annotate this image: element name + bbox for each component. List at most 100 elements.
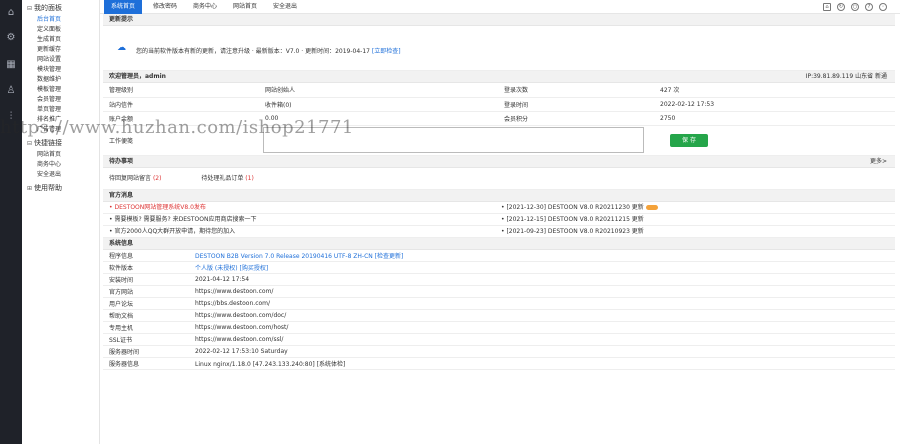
save-button[interactable]: 保 存 bbox=[670, 133, 708, 147]
table-cell: 2022-02-12 17:53 bbox=[654, 97, 895, 112]
more-link[interactable]: 更多> bbox=[870, 156, 887, 168]
table-cell: 专用主机 bbox=[103, 321, 189, 334]
sidebar-item-templates[interactable]: 模板管理 bbox=[22, 85, 99, 95]
table-row: 服务器时间 2022-02-12 17:53:10 Saturday bbox=[103, 345, 895, 358]
release-link[interactable]: • [2021-09-23] DESTOON V8.0 R20210923 更新 bbox=[501, 226, 644, 238]
license-link[interactable]: 个人版 (未授权) [购买授权] bbox=[189, 261, 895, 274]
sidebar-group-help[interactable]: ⊞ 使用帮助 bbox=[22, 182, 99, 195]
plus-icon: ⊞ bbox=[27, 185, 33, 192]
table-row: 服务器信息 Linux nginx/1.18.0 [47.243.133.240:… bbox=[103, 357, 895, 370]
ip-location: IP:39.81.89.119 山东省 新通 bbox=[805, 73, 887, 80]
news-link[interactable]: • 官方2000人QQ大群开放申请，期待您的加入 bbox=[109, 226, 235, 238]
version-link[interactable]: DESTOON B2B Version 7.0 Release 20190416… bbox=[189, 249, 895, 262]
table-cell: 帮助文档 bbox=[103, 309, 189, 322]
release-link[interactable]: • [2021-12-30] DESTOON V8.0 R20211230 更新 bbox=[501, 202, 658, 214]
url-link[interactable]: https://www.destoon.com/host/ bbox=[189, 321, 895, 334]
table-row: SSL证书 https://www.destoon.com/ssl/ bbox=[103, 333, 895, 346]
official-section-title: 官方消息 bbox=[103, 189, 895, 202]
table-cell: 会员积分 bbox=[498, 111, 654, 126]
table-cell: 2750 bbox=[654, 111, 895, 126]
user-icon[interactable]: ◦ bbox=[879, 3, 887, 11]
sidebar-item-pages[interactable]: 单页管理 bbox=[22, 105, 99, 115]
news-link[interactable]: • DESTOON网站管理系统V8.0发布 bbox=[109, 202, 206, 214]
sidebar-item-site-home[interactable]: 网站首页 bbox=[22, 150, 99, 160]
table-cell: 软件版本 bbox=[103, 261, 189, 274]
sidebar-item-logout[interactable]: 安全退出 bbox=[22, 170, 99, 180]
sidebar-item-members[interactable]: 会员管理 bbox=[22, 95, 99, 105]
sidebar-item-modules[interactable]: 模块管理 bbox=[22, 65, 99, 75]
tab-site-home[interactable]: 网站首页 bbox=[228, 0, 262, 14]
grid-icon[interactable]: ▦ bbox=[4, 58, 18, 72]
sidebar: ⊟ 我的面板 后台首页 定义面板 生成首页 更新缓存 网站设置 模块管理 数据维护… bbox=[22, 0, 100, 444]
tab-system-home[interactable]: 系统首页 bbox=[104, 0, 142, 14]
welcome-title: 欢迎管理员，admin bbox=[109, 73, 166, 80]
table-row: 专用主机 https://www.destoon.com/host/ bbox=[103, 321, 895, 334]
watermark-text: https://www.huzhan.com/ishop21771 bbox=[0, 117, 354, 138]
todo-title: 待办事项 bbox=[109, 157, 134, 165]
minus-icon: ⊟ bbox=[27, 5, 33, 12]
save-cell: 保 存 bbox=[654, 125, 895, 156]
list-item: • DESTOON网站管理系统V8.0发布 • [2021-12-30] DES… bbox=[103, 202, 895, 214]
sidebar-item-home[interactable]: 后台首页 bbox=[22, 15, 99, 25]
todo-list: 待回复网站留言 (2) 待处理礼品订单 (1) bbox=[103, 168, 895, 190]
sidebar-item-business[interactable]: 商务中心 bbox=[22, 160, 99, 170]
table-cell: 服务器信息 bbox=[103, 357, 189, 370]
sidebar-group-panel[interactable]: ⊟ 我的面板 bbox=[22, 2, 99, 15]
news-link[interactable]: • 需要模板? 需要服务? 来DESTOON应用商店搜索一下 bbox=[109, 214, 256, 226]
sidebar-item-custom-panel[interactable]: 定义面板 bbox=[22, 25, 99, 35]
welcome-section-head: 欢迎管理员，admin IP:39.81.89.119 山东省 新通 bbox=[103, 71, 895, 83]
table-cell: SSL证书 bbox=[103, 333, 189, 346]
minus-icon: ⊟ bbox=[27, 140, 33, 147]
search-icon[interactable]: ○ bbox=[851, 3, 859, 11]
table-cell: 用户论坛 bbox=[103, 297, 189, 310]
url-link[interactable]: https://www.destoon.com/doc/ bbox=[189, 309, 895, 322]
main-content: 更新提示 ☁ 您的当前软件版本有新的更新，请注意升级 · 最新版本：V7.0 ·… bbox=[103, 14, 895, 444]
check-now-link[interactable]: [立即检查] bbox=[372, 48, 401, 55]
list-item: • 需要模板? 需要服务? 来DESTOON应用商店搜索一下 • [2021-1… bbox=[103, 214, 895, 226]
top-tab-bar: 系统首页 修改密码 商务中心 网站首页 安全退出 ⌂ ↻ ○ ? ◦ bbox=[100, 0, 900, 14]
table-cell: 官方网站 bbox=[103, 285, 189, 298]
home-icon[interactable]: ⌂ bbox=[4, 6, 18, 20]
gear-icon[interactable]: ⚙ bbox=[4, 31, 18, 45]
table-row: 站内信件 收件箱(0) 登录时间 2022-02-12 17:53 bbox=[103, 97, 895, 112]
list-item: • 官方2000人QQ大群开放申请，期待您的加入 • [2021-09-23] … bbox=[103, 226, 895, 238]
table-row: 安装时间 2021-04-12 17:54 bbox=[103, 273, 895, 286]
update-section-title: 更新提示 bbox=[103, 14, 895, 26]
url-link[interactable]: https://bbs.destoon.com/ bbox=[189, 297, 895, 310]
user-icon[interactable]: ♙ bbox=[4, 84, 18, 98]
home-icon[interactable]: ⌂ bbox=[823, 3, 831, 11]
todo-item-gift-orders[interactable]: 待处理礼品订单 (1) bbox=[201, 175, 253, 182]
sidebar-item-generate-home[interactable]: 生成首页 bbox=[22, 35, 99, 45]
tab-change-password[interactable]: 修改密码 bbox=[148, 0, 182, 14]
system-info-table: 程序信息 DESTOON B2B Version 7.0 Release 2019… bbox=[103, 249, 895, 370]
table-cell: 2022-02-12 17:53:10 Saturday bbox=[189, 345, 895, 358]
table-cell: 安装时间 bbox=[103, 273, 189, 286]
sidebar-item-data[interactable]: 数据维护 bbox=[22, 75, 99, 85]
table-cell: 服务器时间 bbox=[103, 345, 189, 358]
table-cell: Linux nginx/1.18.0 [47.243.133.240:80] [… bbox=[189, 357, 895, 370]
todo-item-messages[interactable]: 待回复网站留言 (2) bbox=[109, 175, 161, 182]
help-icon[interactable]: ? bbox=[865, 3, 873, 11]
sidebar-item-site-settings[interactable]: 网站设置 bbox=[22, 55, 99, 65]
table-cell: 站内信件 bbox=[103, 97, 259, 112]
refresh-icon[interactable]: ↻ bbox=[837, 3, 845, 11]
table-cell: 登录时间 bbox=[498, 97, 654, 112]
url-link[interactable]: https://www.destoon.com/ssl/ bbox=[189, 333, 895, 346]
table-cell: 管理级别 bbox=[103, 83, 259, 98]
sidebar-group-label: 快捷链接 bbox=[34, 139, 62, 147]
table-row: 用户论坛 https://bbs.destoon.com/ bbox=[103, 297, 895, 310]
cloud-upload-icon: ☁ bbox=[117, 43, 126, 53]
release-link[interactable]: • [2021-12-15] DESTOON V8.0 R20211215 更新 bbox=[501, 214, 644, 226]
url-link[interactable]: https://www.destoon.com/ bbox=[189, 285, 895, 298]
table-row: 官方网站 https://www.destoon.com/ bbox=[103, 285, 895, 298]
tab-logout[interactable]: 安全退出 bbox=[268, 0, 302, 14]
sidebar-group-label: 使用帮助 bbox=[34, 184, 62, 192]
table-row: 管理级别 网站创始人 登录次数 427 次 bbox=[103, 83, 895, 98]
tab-business-center[interactable]: 商务中心 bbox=[188, 0, 222, 14]
sidebar-group-links[interactable]: ⊟ 快捷链接 bbox=[22, 137, 99, 150]
table-cell: 程序信息 bbox=[103, 249, 189, 262]
update-text: 您的当前软件版本有新的更新，请注意升级 · 最新版本：V7.0 · 更新时间：2… bbox=[136, 48, 401, 55]
table-cell: 427 次 bbox=[654, 83, 895, 98]
inbox-link[interactable]: 收件箱(0) bbox=[259, 97, 498, 112]
sidebar-item-update-cache[interactable]: 更新缓存 bbox=[22, 45, 99, 55]
